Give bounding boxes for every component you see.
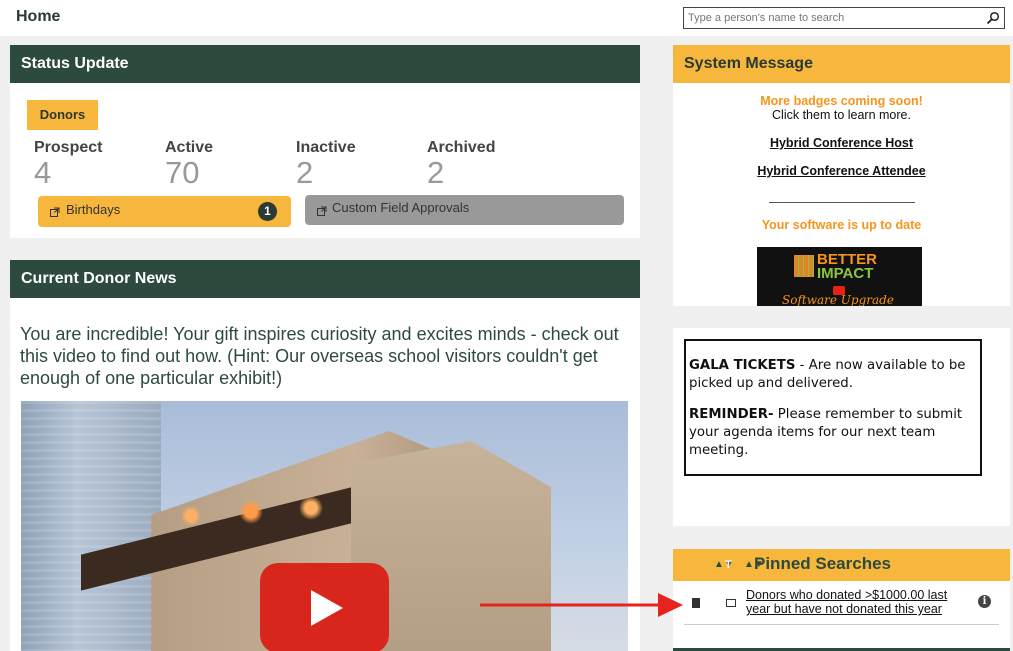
pinned-searches-title: Pinned Searches [754,554,892,573]
gala-panel: GALA TICKETS - Are now available to be p… [673,328,1010,526]
better-impact-logo[interactable]: BETTER IMPACT Software Upgrade [757,247,922,306]
gala-tickets-heading: GALA TICKETS [689,358,796,373]
system-message-title: System Message [673,45,1010,83]
custom-field-approvals-label: Custom Field Approvals [332,200,470,215]
custom-field-approvals-button[interactable]: Custom Field Approvals [305,195,624,225]
search-icon[interactable] [986,11,1000,25]
donor-news-text: You are incredible! Your gift inspires c… [20,324,619,388]
divider [769,202,915,203]
logo-text: BETTER IMPACT [817,252,877,282]
logo-script-text: Software Upgrade [782,293,894,306]
document-icon[interactable] [692,598,700,608]
pinned-search-link[interactable]: Donors who donated >$1000.00 last year b… [746,588,966,616]
sort-type-button[interactable]: T [725,559,732,571]
reminder-paragraph: REMINDER- Please remember to submit your… [689,406,977,460]
stat-value: 2 [296,155,314,190]
play-icon [311,590,343,626]
video-tower-lines [21,401,161,651]
birthdays-label: Birthdays [66,202,121,217]
pinned-searches-panel: ▲▼ T ▲▼ Pinned Searches Donors who donat… [673,549,1010,651]
stat-value: 70 [165,155,200,190]
software-up-to-date: Your software is up to date [761,218,922,232]
status-update-title: Status Update [10,45,640,83]
info-icon[interactable]: i [978,595,991,608]
stat-value: 4 [34,155,52,190]
stat-archived[interactable]: Archived 2 [427,139,495,189]
click-learn-text: Click them to learn more. [772,108,911,122]
video-lights [161,496,361,536]
reminder-heading: REMINDER- [689,407,774,422]
badges-notice: More badges coming soon! [760,94,923,108]
birthdays-count-badge: 1 [258,202,277,221]
mail-icon[interactable] [726,599,736,607]
external-link-icon [50,207,60,217]
status-update-panel: Status Update Donors Prospect 4 Active 7… [10,45,640,238]
stat-active[interactable]: Active 70 [165,139,213,189]
search-box[interactable] [683,7,1005,29]
gala-tickets-paragraph: GALA TICKETS - Are now available to be p… [689,357,977,393]
link-hybrid-attendee[interactable]: Hybrid Conference Attendee [757,164,925,178]
logo-grid-icon [794,255,814,277]
search-input[interactable] [684,8,974,28]
stat-prospect[interactable]: Prospect 4 [34,139,102,189]
birthdays-button[interactable]: Birthdays 1 [38,196,291,227]
stat-value: 2 [427,155,445,190]
external-link-icon [317,206,327,216]
page-title: Home [16,8,61,25]
top-bar: Home [0,0,1013,36]
pinned-searches-header: ▲▼ T ▲▼ Pinned Searches [673,549,1010,581]
logo-line-2: IMPACT [817,265,874,282]
play-button[interactable] [260,563,389,651]
system-message-panel: System Message More badges coming soon! … [673,45,1010,306]
pinned-search-row[interactable]: Donors who donated >$1000.00 last year b… [684,585,999,625]
link-hybrid-host[interactable]: Hybrid Conference Host [770,136,913,150]
gala-notice-box: GALA TICKETS - Are now available to be p… [684,339,982,476]
stat-inactive[interactable]: Inactive 2 [296,139,356,189]
tab-donors[interactable]: Donors [27,100,98,130]
donor-news-title: Current Donor News [10,260,640,298]
red-arrow-annotation [480,593,683,617]
